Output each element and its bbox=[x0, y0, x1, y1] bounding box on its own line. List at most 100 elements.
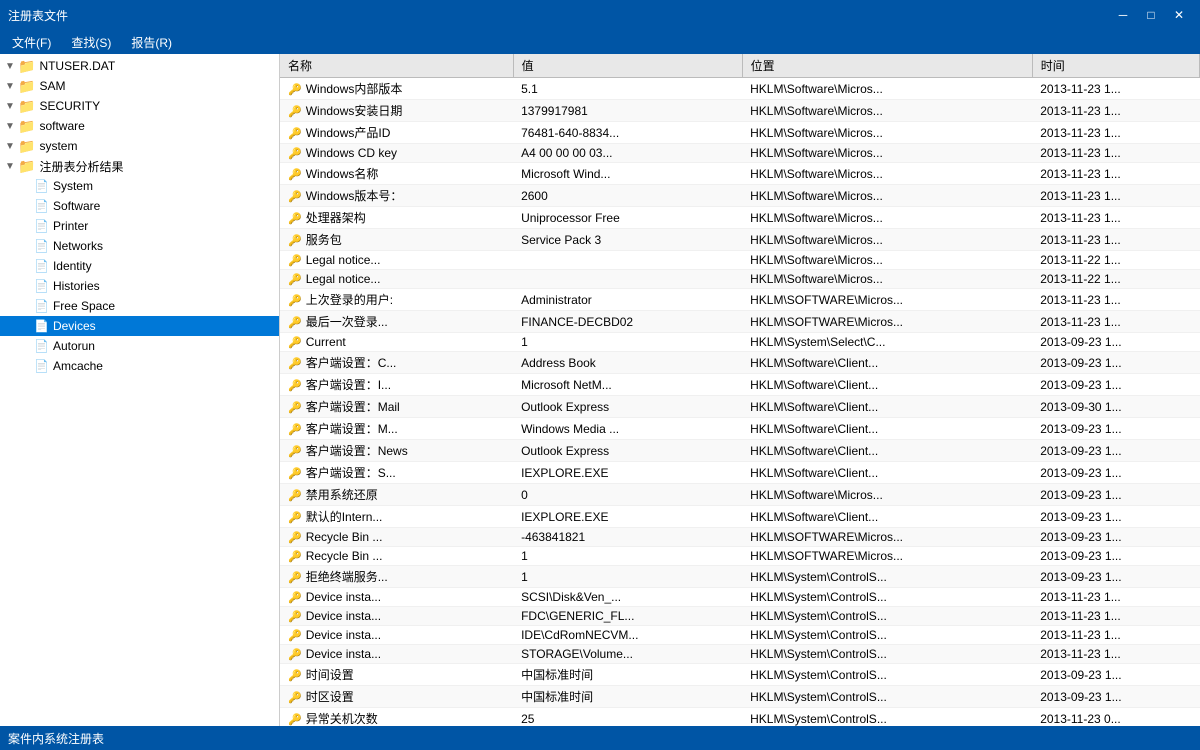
row-icon: 🔑 bbox=[288, 572, 302, 584]
table-row[interactable]: 🔑Recycle Bin ... 1 HKLM\SOFTWARE\Micros.… bbox=[280, 547, 1200, 566]
table-row[interactable]: 🔑客户端设置：I... Microsoft NetM... HKLM\Softw… bbox=[280, 374, 1200, 396]
table-row[interactable]: 🔑异常关机次数 25 HKLM\System\ControlS... 2013-… bbox=[280, 708, 1200, 727]
cell-name: 🔑默认的Intern... bbox=[280, 506, 513, 528]
table-row[interactable]: 🔑最后一次登录... FINANCE-DECBD02 HKLM\SOFTWARE… bbox=[280, 311, 1200, 333]
tree-item-system[interactable]: ▼📁system bbox=[0, 136, 279, 156]
expand-icon: ▼ bbox=[2, 161, 18, 172]
cell-location: HKLM\System\ControlS... bbox=[742, 566, 1032, 588]
table-row[interactable]: 🔑上次登录的用户: Administrator HKLM\SOFTWARE\Mi… bbox=[280, 289, 1200, 311]
tree-item-software2[interactable]: 📄Software bbox=[0, 196, 279, 216]
tree-item-ntuser[interactable]: ▼📁NTUSER.DAT bbox=[0, 56, 279, 76]
tree-item-label: Autorun bbox=[53, 339, 95, 353]
table-row[interactable]: 🔑禁用系统还原 0 HKLM\Software\Micros... 2013-0… bbox=[280, 484, 1200, 506]
table-row[interactable]: 🔑Windows产品ID 76481-640-8834... HKLM\Soft… bbox=[280, 122, 1200, 144]
cell-name: 🔑Device insta... bbox=[280, 645, 513, 664]
cell-location: HKLM\System\ControlS... bbox=[742, 645, 1032, 664]
menu-report[interactable]: 报告(R) bbox=[123, 32, 180, 53]
table-row[interactable]: 🔑默认的Intern... IEXPLORE.EXE HKLM\Software… bbox=[280, 506, 1200, 528]
cell-location: HKLM\Software\Micros... bbox=[742, 122, 1032, 144]
table-row[interactable]: 🔑客户端设置：Mail Outlook Express HKLM\Softwar… bbox=[280, 396, 1200, 418]
expand-icon: ▼ bbox=[2, 61, 18, 72]
row-icon: 🔑 bbox=[288, 670, 302, 682]
cell-name: 🔑Recycle Bin ... bbox=[280, 547, 513, 566]
row-icon: 🔑 bbox=[288, 84, 302, 96]
table-row[interactable]: 🔑Windows名称 Microsoft Wind... HKLM\Softwa… bbox=[280, 163, 1200, 185]
cell-time: 2013-09-23 1... bbox=[1032, 418, 1199, 440]
tree-item-devices[interactable]: 📄Devices bbox=[0, 316, 279, 336]
minimize-button[interactable]: ─ bbox=[1110, 5, 1136, 25]
table-row[interactable]: 🔑Device insta... SCSI\Disk&Ven_... HKLM\… bbox=[280, 588, 1200, 607]
restore-button[interactable]: □ bbox=[1138, 5, 1164, 25]
table-row[interactable]: 🔑Current 1 HKLM\System\Select\C... 2013-… bbox=[280, 333, 1200, 352]
cell-value: Microsoft NetM... bbox=[513, 374, 742, 396]
row-icon: 🔑 bbox=[288, 213, 302, 225]
cell-value: FINANCE-DECBD02 bbox=[513, 311, 742, 333]
tree-item-label: Histories bbox=[53, 279, 100, 293]
cell-name: 🔑客户端设置：I... bbox=[280, 374, 513, 396]
cell-location: HKLM\Software\Micros... bbox=[742, 185, 1032, 207]
cell-time: 2013-09-23 1... bbox=[1032, 352, 1199, 374]
tree-item-networks[interactable]: 📄Networks bbox=[0, 236, 279, 256]
tree-panel: ▼📁NTUSER.DAT▼📁SAM▼📁SECURITY▼📁software▼📁s… bbox=[0, 54, 280, 726]
cell-value: 1 bbox=[513, 566, 742, 588]
tree-item-printer[interactable]: 📄Printer bbox=[0, 216, 279, 236]
tree-item-sam[interactable]: ▼📁SAM bbox=[0, 76, 279, 96]
cell-location: HKLM\Software\Micros... bbox=[742, 207, 1032, 229]
content-panel: 名称 值 位置 时间 🔑Windows内部版本 5.1 HKLM\Softwar… bbox=[280, 54, 1200, 726]
cell-value: 0 bbox=[513, 484, 742, 506]
tree-item-freespace[interactable]: 📄Free Space bbox=[0, 296, 279, 316]
table-row[interactable]: 🔑拒绝终端服务... 1 HKLM\System\ControlS... 201… bbox=[280, 566, 1200, 588]
table-row[interactable]: 🔑时间设置 中国标准时间 HKLM\System\ControlS... 201… bbox=[280, 664, 1200, 686]
tree-item-histories[interactable]: 📄Histories bbox=[0, 276, 279, 296]
cell-location: HKLM\Software\Client... bbox=[742, 396, 1032, 418]
menu-bar: 文件(F) 查找(S) 报告(R) bbox=[0, 30, 1200, 54]
table-row[interactable]: 🔑Device insta... IDE\CdRomNECVM... HKLM\… bbox=[280, 626, 1200, 645]
row-icon: 🔑 bbox=[288, 274, 302, 286]
col-value[interactable]: 值 bbox=[513, 54, 742, 78]
tree-item-autorun[interactable]: 📄Autorun bbox=[0, 336, 279, 356]
tree-item-amcache[interactable]: 📄Amcache bbox=[0, 356, 279, 376]
cell-value bbox=[513, 270, 742, 289]
table-row[interactable]: 🔑Legal notice... HKLM\Software\Micros...… bbox=[280, 270, 1200, 289]
tree-item-system2[interactable]: 📄System bbox=[0, 176, 279, 196]
col-location[interactable]: 位置 bbox=[742, 54, 1032, 78]
table-row[interactable]: 🔑Recycle Bin ... -463841821 HKLM\SOFTWAR… bbox=[280, 528, 1200, 547]
table-row[interactable]: 🔑Windows安装日期 1379917981 HKLM\Software\Mi… bbox=[280, 100, 1200, 122]
cell-value: SCSI\Disk&Ven_... bbox=[513, 588, 742, 607]
cell-value: IEXPLORE.EXE bbox=[513, 506, 742, 528]
menu-file[interactable]: 文件(F) bbox=[4, 32, 59, 53]
cell-name: 🔑客户端设置：Mail bbox=[280, 396, 513, 418]
table-row[interactable]: 🔑Device insta... FDC\GENERIC_FL... HKLM\… bbox=[280, 607, 1200, 626]
row-icon: 🔑 bbox=[288, 358, 302, 370]
tree-item-security[interactable]: ▼📁SECURITY bbox=[0, 96, 279, 116]
table-row[interactable]: 🔑Device insta... STORAGE\Volume... HKLM\… bbox=[280, 645, 1200, 664]
registry-table: 名称 值 位置 时间 🔑Windows内部版本 5.1 HKLM\Softwar… bbox=[280, 54, 1200, 726]
table-row[interactable]: 🔑处理器架构 Uniprocessor Free HKLM\Software\M… bbox=[280, 207, 1200, 229]
table-row[interactable]: 🔑Legal notice... HKLM\Software\Micros...… bbox=[280, 251, 1200, 270]
close-button[interactable]: ✕ bbox=[1166, 5, 1192, 25]
cell-time: 2013-09-23 1... bbox=[1032, 374, 1199, 396]
table-row[interactable]: 🔑客户端设置：News Outlook Express HKLM\Softwar… bbox=[280, 440, 1200, 462]
cell-time: 2013-09-23 1... bbox=[1032, 566, 1199, 588]
cell-name: 🔑Device insta... bbox=[280, 626, 513, 645]
tree-item-software[interactable]: ▼📁software bbox=[0, 116, 279, 136]
menu-find[interactable]: 查找(S) bbox=[63, 32, 119, 53]
col-name[interactable]: 名称 bbox=[280, 54, 513, 78]
table-row[interactable]: 🔑客户端设置：C... Address Book HKLM\Software\C… bbox=[280, 352, 1200, 374]
cell-location: HKLM\SOFTWARE\Micros... bbox=[742, 547, 1032, 566]
table-row[interactable]: 🔑Windows CD key A4 00 00 00 03... HKLM\S… bbox=[280, 144, 1200, 163]
table-row[interactable]: 🔑客户端设置：M... Windows Media ... HKLM\Softw… bbox=[280, 418, 1200, 440]
table-row[interactable]: 🔑Windows内部版本 5.1 HKLM\Software\Micros...… bbox=[280, 78, 1200, 100]
col-time[interactable]: 时间 bbox=[1032, 54, 1199, 78]
cell-value: STORAGE\Volume... bbox=[513, 645, 742, 664]
table-row[interactable]: 🔑Windows版本号： 2600 HKLM\Software\Micros..… bbox=[280, 185, 1200, 207]
cell-time: 2013-09-23 1... bbox=[1032, 664, 1199, 686]
table-row[interactable]: 🔑服务包 Service Pack 3 HKLM\Software\Micros… bbox=[280, 229, 1200, 251]
tree-item-analysis[interactable]: ▼📁注册表分析结果 bbox=[0, 156, 279, 176]
table-row[interactable]: 🔑客户端设置：S... IEXPLORE.EXE HKLM\Software\C… bbox=[280, 462, 1200, 484]
tree-item-label: Identity bbox=[53, 259, 92, 273]
tree-item-label: Amcache bbox=[53, 359, 103, 373]
cell-location: HKLM\SOFTWARE\Micros... bbox=[742, 528, 1032, 547]
tree-item-identity[interactable]: 📄Identity bbox=[0, 256, 279, 276]
table-row[interactable]: 🔑时区设置 中国标准时间 HKLM\System\ControlS... 201… bbox=[280, 686, 1200, 708]
